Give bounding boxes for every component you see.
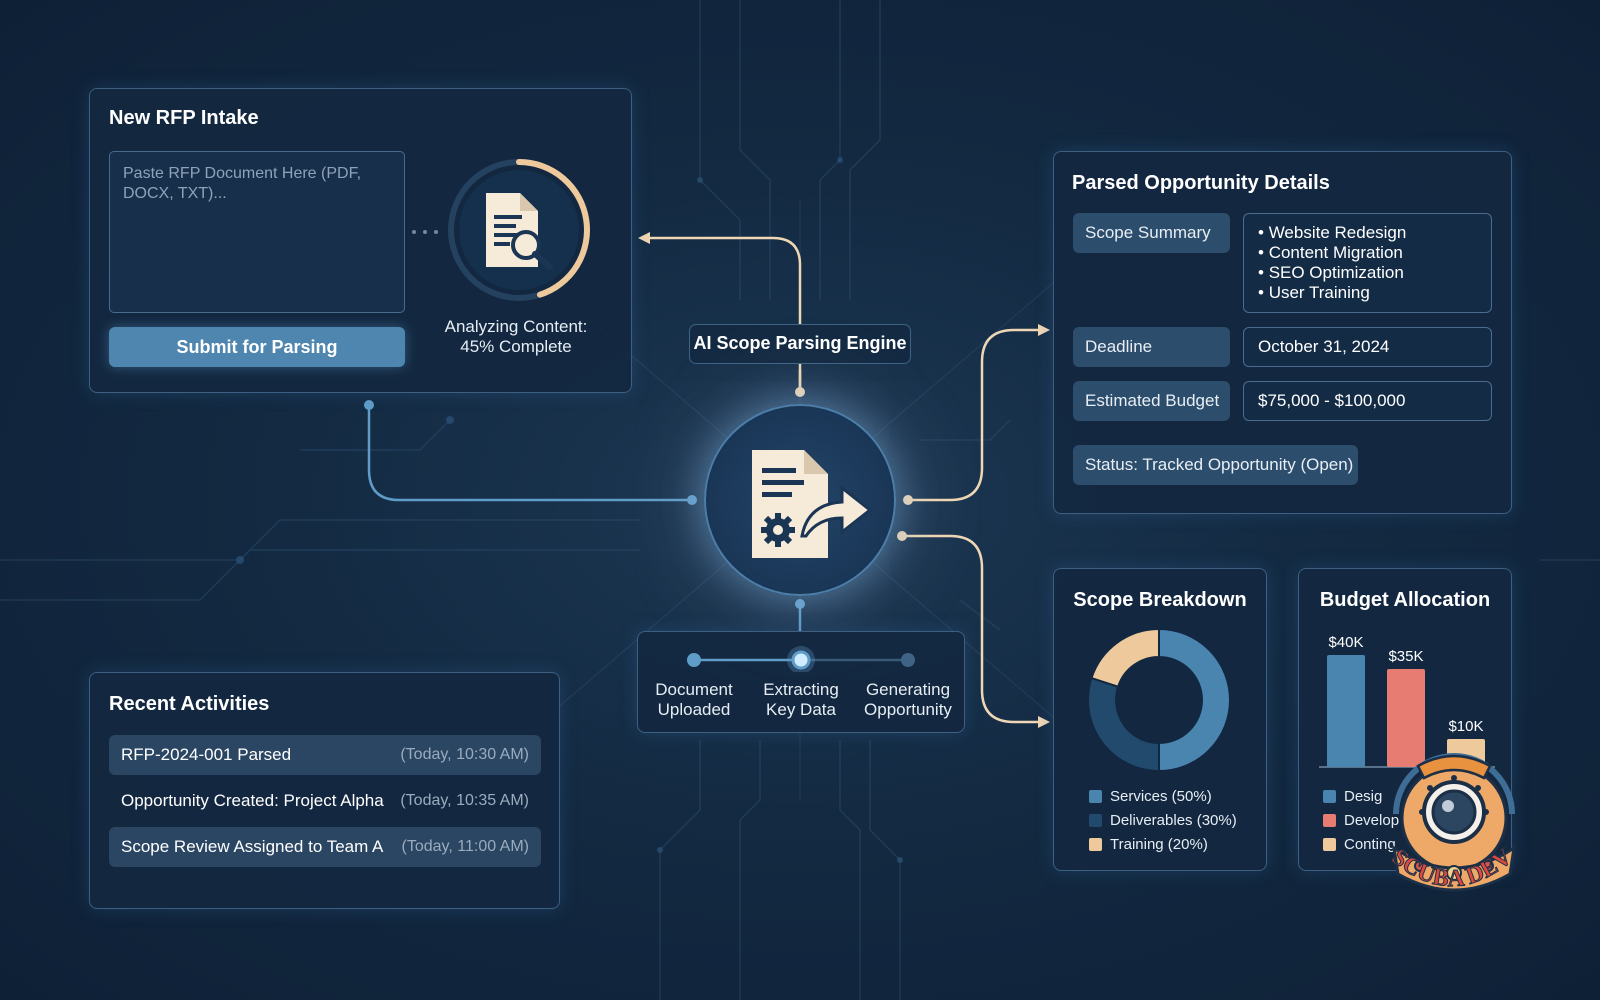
status-badge: Status: Tracked Opportunity (Open) — [1073, 445, 1358, 485]
activity-time: (Today, 11:00 AM) — [401, 838, 529, 855]
legend-label-training: Training (20%) — [1110, 836, 1208, 853]
engine-label: AI Scope Parsing Engine — [689, 324, 911, 364]
legend-swatch-development — [1323, 814, 1336, 827]
submit-for-parsing-button[interactable]: Submit for Parsing — [109, 327, 405, 367]
step-2-line1: Extracting — [763, 680, 839, 699]
details-title: Parsed Opportunity Details — [1072, 172, 1330, 194]
scope-summary-value: Website Redesign Content Migration SEO O… — [1243, 213, 1492, 313]
bar-label-development: $35K — [1388, 648, 1423, 665]
donut-hole — [1117, 658, 1201, 742]
scope-chart-title: Scope Breakdown — [1073, 589, 1247, 611]
scope-item: User Training — [1258, 283, 1406, 303]
step-track — [687, 646, 915, 672]
step-extracting-key-data: Extracting Key Data — [746, 680, 856, 720]
deadline-label: Deadline — [1073, 327, 1230, 367]
activity-text: Opportunity Created: Project Alpha — [121, 791, 384, 810]
step-document-uploaded: Document Uploaded — [639, 680, 749, 720]
bar-label-contingency: $10K — [1448, 718, 1483, 735]
activity-time: (Today, 10:30 AM) — [400, 746, 529, 763]
step-1-line1: Document — [655, 680, 733, 699]
scope-donut-chart — [1087, 627, 1231, 773]
legend-deliverables: Deliverables (30%) — [1089, 812, 1237, 829]
scuba-dev-logo: SCUBA DEV — [1386, 753, 1518, 893]
step-generating-opportunity: Generating Opportunity — [853, 680, 963, 720]
legend-swatch-design — [1323, 790, 1336, 803]
intake-title: New RFP Intake — [109, 107, 259, 129]
document-search-icon — [486, 193, 553, 270]
estimated-budget-label: Estimated Budget — [1073, 381, 1230, 421]
estimated-budget-value: $75,000 - $100,000 — [1243, 381, 1492, 421]
scope-breakdown-panel: Scope Breakdown Services (50%) Deliverab… — [1053, 568, 1267, 871]
legend-label-services: Services (50%) — [1110, 788, 1212, 805]
activity-row[interactable]: Scope Review Assigned to Team A (Today, … — [109, 827, 541, 867]
bar-label-design: $40K — [1328, 634, 1363, 651]
activity-time: (Today, 10:35 AM) — [400, 792, 529, 809]
step-dot-active — [791, 650, 811, 670]
budget-chart-title: Budget Allocation — [1319, 589, 1491, 611]
dots-connector — [412, 230, 438, 234]
step-3-line1: Generating — [865, 680, 951, 699]
step-2-line2: Key Data — [766, 700, 836, 719]
legend-swatch-training — [1089, 838, 1102, 851]
deadline-value: October 31, 2024 — [1243, 327, 1492, 367]
activities-title: Recent Activities — [109, 693, 270, 715]
legend-swatch-contingency — [1323, 838, 1336, 851]
scope-item: Website Redesign — [1258, 223, 1407, 243]
progress-status: Analyzing Content: 45% Complete — [426, 317, 606, 357]
scope-item: SEO Optimization — [1258, 263, 1406, 283]
scope-items: Website Redesign Content Migration SEO O… — [1258, 223, 1407, 303]
progress-status-line1: Analyzing Content: — [444, 317, 588, 336]
activity-text: Scope Review Assigned to Team A — [121, 837, 384, 856]
parsing-steps-panel: Document Uploaded Extracting Key Data Ge… — [637, 631, 965, 733]
progress-status-line2: 45% Complete — [460, 337, 572, 356]
recent-activities-panel: Recent Activities RFP-2024-001 Parsed (T… — [89, 672, 560, 909]
activity-row[interactable]: RFP-2024-001 Parsed (Today, 10:30 AM) — [109, 735, 541, 775]
legend-services: Services (50%) — [1089, 788, 1212, 805]
step-dot-done — [687, 653, 701, 667]
engine-node — [704, 404, 896, 596]
activity-text: RFP-2024-001 Parsed — [121, 745, 292, 764]
activity-row[interactable]: Opportunity Created: Project Alpha (Toda… — [109, 781, 541, 821]
scope-item: Content Migration — [1258, 243, 1406, 263]
analysis-progress-ring — [444, 155, 594, 305]
rfp-intake-panel: New RFP Intake Submit for Parsing Analyz… — [89, 88, 632, 393]
legend-swatch-services — [1089, 790, 1102, 803]
step-dot-pending — [901, 653, 915, 667]
document-transform-icon — [752, 450, 873, 558]
legend-swatch-deliverables — [1089, 814, 1102, 827]
bar-design — [1327, 655, 1365, 767]
parsed-details-panel: Parsed Opportunity Details Scope Summary… — [1053, 151, 1512, 514]
step-1-line2: Uploaded — [657, 700, 731, 719]
legend-training: Training (20%) — [1089, 836, 1208, 853]
rfp-document-input[interactable] — [109, 151, 405, 313]
legend-label-deliverables: Deliverables (30%) — [1110, 812, 1237, 829]
scope-summary-label: Scope Summary — [1073, 213, 1230, 253]
step-3-line2: Opportunity — [864, 700, 952, 719]
